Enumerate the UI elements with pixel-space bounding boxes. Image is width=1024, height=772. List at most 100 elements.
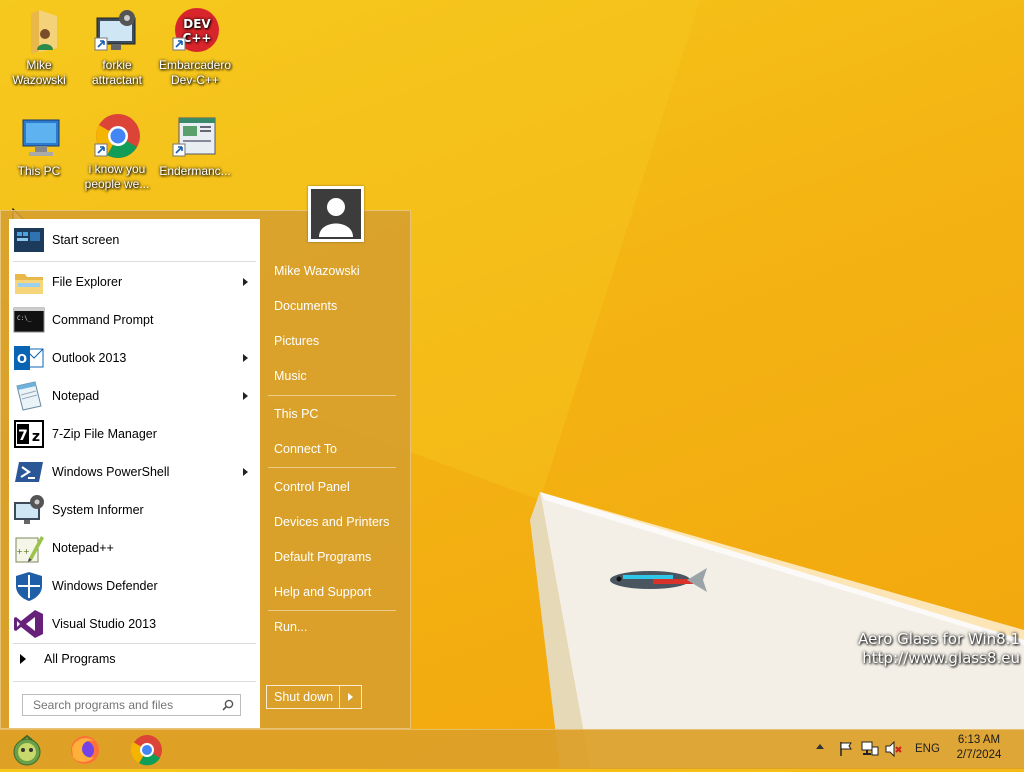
search-icon[interactable]: [222, 699, 234, 711]
desktop-icon-label: Embarcadero Dev-C++: [158, 58, 232, 87]
shutdown-label: Shut down: [274, 690, 334, 704]
menu-item-command-prompt[interactable]: C:\_ Command Prompt: [9, 302, 260, 338]
menu-item-label: Windows PowerShell: [52, 465, 170, 479]
desktop-icon-label: This PC: [17, 164, 61, 178]
menu-item-label: System Informer: [52, 503, 144, 517]
taskbar-firefox-button[interactable]: [68, 733, 102, 767]
clock-date: 2/7/2024: [956, 749, 1002, 761]
svg-text:C:\_: C:\_: [17, 315, 32, 322]
menu-item-label: 7-Zip File Manager: [52, 427, 157, 441]
menu-item-outlook-2013[interactable]: O Outlook 2013: [9, 340, 260, 376]
divider: [13, 643, 256, 644]
menu-item-label: Notepad++: [52, 541, 114, 555]
menu-item-notepad-plus-plus[interactable]: ++ Notepad++: [9, 530, 260, 566]
menu-item-label: File Explorer: [52, 275, 123, 289]
menu-item-label: Visual Studio 2013: [52, 617, 157, 631]
menu-item-notepad[interactable]: Notepad: [9, 378, 260, 414]
devcpp-icon: DEV C++: [171, 8, 219, 56]
menu-item-label: Notepad: [52, 389, 100, 403]
system-informer-icon: [13, 494, 45, 526]
user-avatar[interactable]: [308, 186, 364, 242]
desktop-icon-label: Endermanc...: [159, 164, 231, 178]
folder-icon: [13, 266, 45, 298]
svg-text:7: 7: [18, 428, 28, 444]
submenu-arrow-icon: [243, 468, 248, 476]
menu-item-7zip[interactable]: 7z 7-Zip File Manager: [9, 416, 260, 452]
language-indicator[interactable]: ENG: [915, 743, 940, 755]
window-app-icon: [171, 114, 219, 162]
menu-item-windows-defender[interactable]: Windows Defender: [9, 568, 260, 604]
svg-text:DEV: DEV: [183, 17, 211, 31]
visual-studio-icon: [13, 608, 45, 640]
desktop-icon-devcpp[interactable]: DEV C++ Embarcadero Dev-C++: [156, 8, 234, 88]
chrome-icon: [93, 112, 141, 160]
menu-item-label: Command Prompt: [52, 313, 154, 327]
volume-muted-icon[interactable]: [885, 740, 903, 762]
search-input[interactable]: [31, 697, 215, 713]
menu-item-visual-studio-2013[interactable]: Visual Studio 2013: [9, 606, 260, 642]
submenu-arrow-icon: [243, 354, 248, 362]
right-item-pictures[interactable]: Pictures: [274, 334, 319, 348]
search-box[interactable]: [22, 694, 241, 716]
shield-icon: [13, 570, 45, 602]
all-programs-label: All Programs: [44, 652, 116, 666]
firefox-icon: [71, 736, 99, 764]
network-icon[interactable]: [861, 741, 879, 762]
svg-text:++: ++: [16, 547, 29, 556]
right-item-user-folder[interactable]: Mike Wazowski: [274, 264, 360, 278]
divider: [268, 467, 396, 468]
right-item-help-support[interactable]: Help and Support: [274, 585, 371, 599]
menu-item-label: Windows Defender: [52, 579, 158, 593]
user-folder-icon: [15, 8, 63, 56]
watermark-line2: http://www.glass8.eu: [862, 649, 1020, 667]
right-item-documents[interactable]: Documents: [274, 299, 337, 313]
divider: [268, 395, 396, 396]
divider: [268, 610, 396, 611]
svg-text:C++: C++: [183, 31, 212, 45]
aero-glass-watermark: Aero Glass for Win8.1 http://www.glass8.…: [858, 630, 1020, 668]
menu-item-windows-powershell[interactable]: Windows PowerShell: [9, 454, 260, 490]
desktop-icon-label: forkie attractant: [91, 58, 143, 87]
taskbar-clock[interactable]: 6:13 AM 2/7/2024: [946, 733, 1012, 763]
taskbar: ENG: [0, 729, 1024, 769]
right-item-devices-printers[interactable]: Devices and Printers: [274, 515, 389, 529]
desktop-icon-mike-wazowski[interactable]: Mike Wazowski: [0, 8, 78, 88]
all-programs-button[interactable]: All Programs: [9, 647, 260, 671]
shutdown-options-arrow-icon[interactable]: [338, 686, 362, 708]
right-item-music[interactable]: Music: [274, 369, 307, 383]
desktop-icon-chrome-shortcut[interactable]: i know you people we...: [78, 112, 156, 192]
start-menu: Start screen File Explorer C:\_ Command …: [0, 210, 411, 729]
start-menu-programs-pane: Start screen File Explorer C:\_ Command …: [9, 219, 260, 728]
menu-item-file-explorer[interactable]: File Explorer: [9, 264, 260, 300]
desktop-icon-endermanch[interactable]: Endermanc...: [156, 114, 234, 179]
desktop-icon-label: i know you people we...: [84, 162, 150, 191]
right-item-run[interactable]: Run...: [274, 620, 307, 634]
chrome-icon: [130, 735, 162, 766]
shutdown-button[interactable]: Shut down: [266, 685, 362, 709]
right-item-this-pc[interactable]: This PC: [274, 407, 318, 421]
desktop-icon-label: Mike Wazowski: [12, 58, 66, 87]
desktop-icon-forkie-attractant[interactable]: forkie attractant: [78, 8, 156, 88]
menu-item-start-screen[interactable]: Start screen: [9, 222, 260, 258]
command-prompt-icon: C:\_: [13, 304, 45, 336]
action-center-flag-icon[interactable]: [838, 741, 854, 762]
menu-item-system-informer[interactable]: System Informer: [9, 492, 260, 528]
divider: [13, 681, 256, 682]
submenu-arrow-icon: [243, 392, 248, 400]
taskbar-chrome-button[interactable]: [130, 733, 164, 767]
notepad-icon: [13, 380, 45, 412]
7zip-icon: 7z: [13, 418, 45, 450]
triangle-right-icon: [20, 654, 26, 664]
neon-tetra-fish-image: [605, 562, 710, 597]
watermark-line1: Aero Glass for Win8.1: [858, 630, 1020, 648]
menu-item-label: Start screen: [52, 233, 120, 247]
svg-text:z: z: [32, 429, 40, 445]
powershell-icon: [13, 456, 45, 488]
right-item-control-panel[interactable]: Control Panel: [274, 480, 350, 494]
outlook-icon: O: [13, 342, 45, 374]
start-button[interactable]: [10, 733, 44, 767]
right-item-connect-to[interactable]: Connect To: [274, 442, 337, 456]
desktop-icon-this-pc[interactable]: This PC: [0, 114, 78, 179]
right-item-default-programs[interactable]: Default Programs: [274, 550, 371, 564]
show-hidden-icons-chevron[interactable]: [816, 744, 824, 749]
